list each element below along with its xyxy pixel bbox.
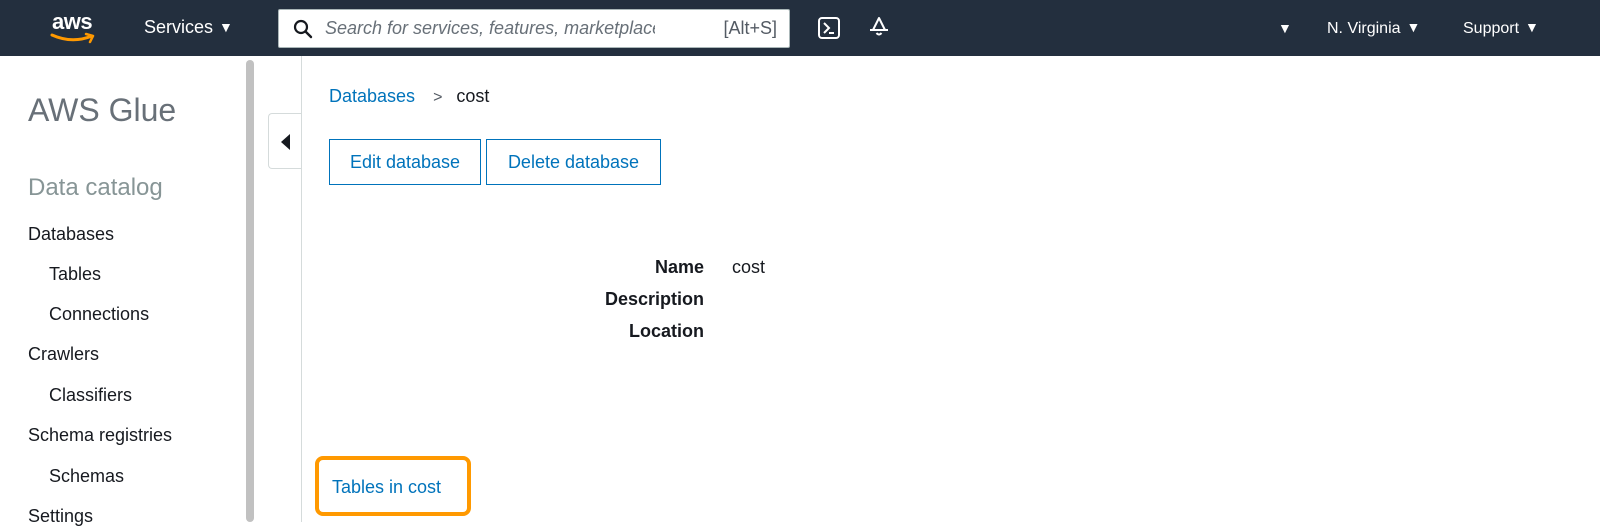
caret-down-icon: ▼ xyxy=(219,19,233,35)
region-label: N. Virginia xyxy=(1327,20,1401,37)
main-divider xyxy=(301,56,302,522)
caret-left-icon xyxy=(281,134,290,150)
support-menu[interactable]: Support ▼ xyxy=(1463,19,1539,38)
sidebar-item-connections[interactable]: Connections xyxy=(49,304,149,325)
top-navigation-bar: aws Services ▼ [Alt+S] ▼ N. Virginia ▼ Sup… xyxy=(0,0,1600,56)
sidebar-scrollbar[interactable] xyxy=(246,60,254,522)
search-box[interactable]: [Alt+S] xyxy=(278,9,790,48)
sidebar-item-settings[interactable]: Settings xyxy=(28,506,93,527)
sidebar-item-schemas[interactable]: Schemas xyxy=(49,466,124,487)
breadcrumb-link-databases[interactable]: Databases xyxy=(329,86,415,106)
support-label: Support xyxy=(1463,20,1520,37)
sidebar-item-classifiers[interactable]: Classifiers xyxy=(49,385,132,406)
caret-down-icon: ▼ xyxy=(1406,19,1421,35)
name-value: cost xyxy=(732,257,766,277)
services-label: Services xyxy=(144,17,214,37)
description-label: Description xyxy=(604,289,704,309)
bell-icon[interactable] xyxy=(867,15,891,39)
sidebar-item-tables[interactable]: Tables xyxy=(49,264,101,285)
sidebar-item-schema-registries[interactable]: Schema registries xyxy=(28,425,172,446)
account-menu-caret-icon[interactable]: ▼ xyxy=(1278,20,1292,36)
location-label: Location xyxy=(629,321,704,341)
aws-logo[interactable]: aws xyxy=(48,9,100,45)
chevron-right-icon: > xyxy=(433,89,443,106)
breadcrumb-current: cost xyxy=(456,86,490,106)
delete-database-button[interactable]: Delete database xyxy=(486,139,661,185)
sidebar-item-crawlers[interactable]: Crawlers xyxy=(28,344,99,365)
search-input[interactable] xyxy=(325,14,655,43)
tables-in-cost-link[interactable]: Tables in cost xyxy=(332,477,441,498)
region-menu[interactable]: N. Virginia ▼ xyxy=(1327,19,1420,38)
sidebar: AWS Glue Data catalog Databases Tables C… xyxy=(0,56,246,526)
sidebar-item-databases[interactable]: Databases xyxy=(28,224,114,245)
tables-in-cost-highlight[interactable]: Tables in cost xyxy=(315,456,471,516)
edit-database-button[interactable]: Edit database xyxy=(329,139,481,185)
aws-smile-icon xyxy=(50,32,95,44)
caret-down-icon: ▼ xyxy=(1525,19,1539,35)
services-menu[interactable]: Services ▼ xyxy=(144,17,233,38)
name-label: Name xyxy=(654,257,704,277)
breadcrumb: Databases > cost xyxy=(329,86,489,107)
collapse-sidebar-button[interactable] xyxy=(268,113,302,169)
sidebar-title: AWS Glue xyxy=(28,92,177,128)
search-shortcut-hint: [Alt+S] xyxy=(723,18,777,38)
search-icon xyxy=(293,19,313,39)
cloudshell-icon[interactable] xyxy=(818,17,840,39)
sidebar-section-data-catalog: Data catalog xyxy=(28,174,163,201)
